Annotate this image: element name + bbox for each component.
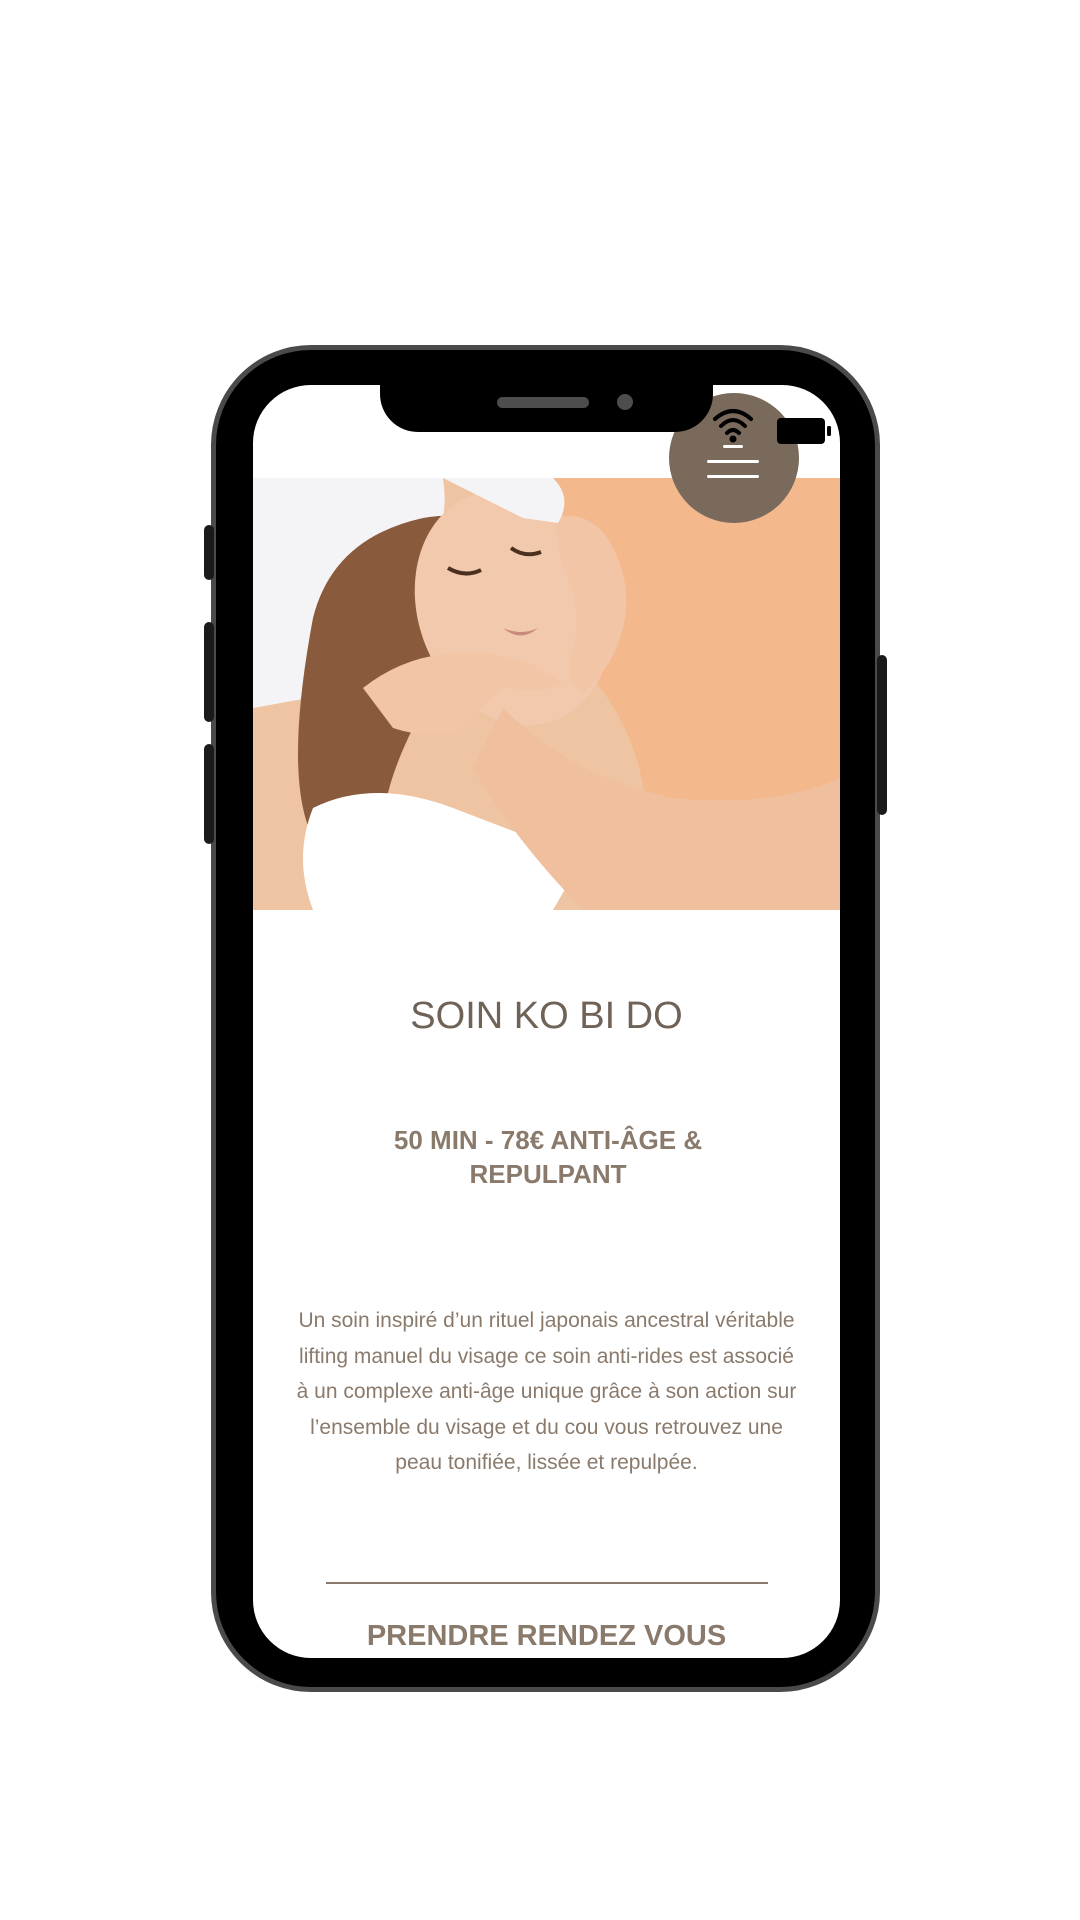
divider [326, 1582, 768, 1584]
treatment-subtitle: 50 MIN - 78€ ANTI-ÂGE & REPULPANT [393, 1125, 703, 1189]
front-camera [617, 394, 633, 410]
treatment-description: Un soin inspiré d’un rituel japonais anc… [296, 1309, 797, 1474]
treatment-title: SOIN KO BI DO [410, 995, 683, 1037]
mute-switch [204, 525, 214, 580]
hero-image [253, 478, 840, 910]
facial-massage-photo [253, 478, 840, 910]
hamburger-menu-icon [707, 445, 759, 490]
page: SOIN KO BI DO 50 MIN - 78€ ANTI-ÂGE & RE… [0, 0, 1080, 1920]
volume-down-button [204, 744, 214, 844]
volume-up-button [204, 622, 214, 722]
power-button [877, 655, 887, 815]
book-appointment-button[interactable]: PRENDRE RENDEZ VOUS [253, 1620, 840, 1653]
battery-icon [777, 418, 831, 444]
speaker-grille [497, 397, 589, 408]
wifi-icon [713, 409, 753, 443]
phone-screen: SOIN KO BI DO 50 MIN - 78€ ANTI-ÂGE & RE… [253, 385, 840, 1658]
